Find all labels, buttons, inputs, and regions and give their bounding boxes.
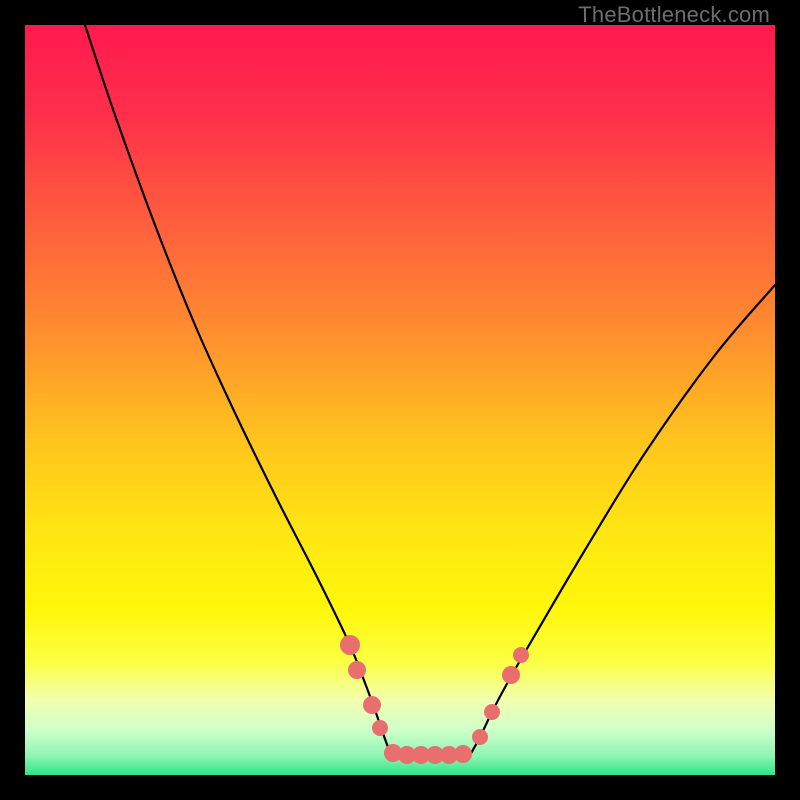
watermark-text: TheBottleneck.com (578, 2, 770, 28)
curve-marker (340, 635, 360, 655)
curve-marker (513, 647, 529, 663)
chart-frame (25, 25, 775, 775)
curve-marker (372, 720, 388, 736)
curve-marker (472, 729, 488, 745)
curve-marker (484, 704, 500, 720)
curve-marker (454, 745, 472, 763)
curve-marker (363, 696, 381, 714)
curve-markers (340, 635, 529, 764)
curve-marker (348, 661, 366, 679)
right-curve (470, 285, 775, 755)
chart-curve-layer (25, 25, 775, 775)
curve-marker (502, 666, 520, 684)
